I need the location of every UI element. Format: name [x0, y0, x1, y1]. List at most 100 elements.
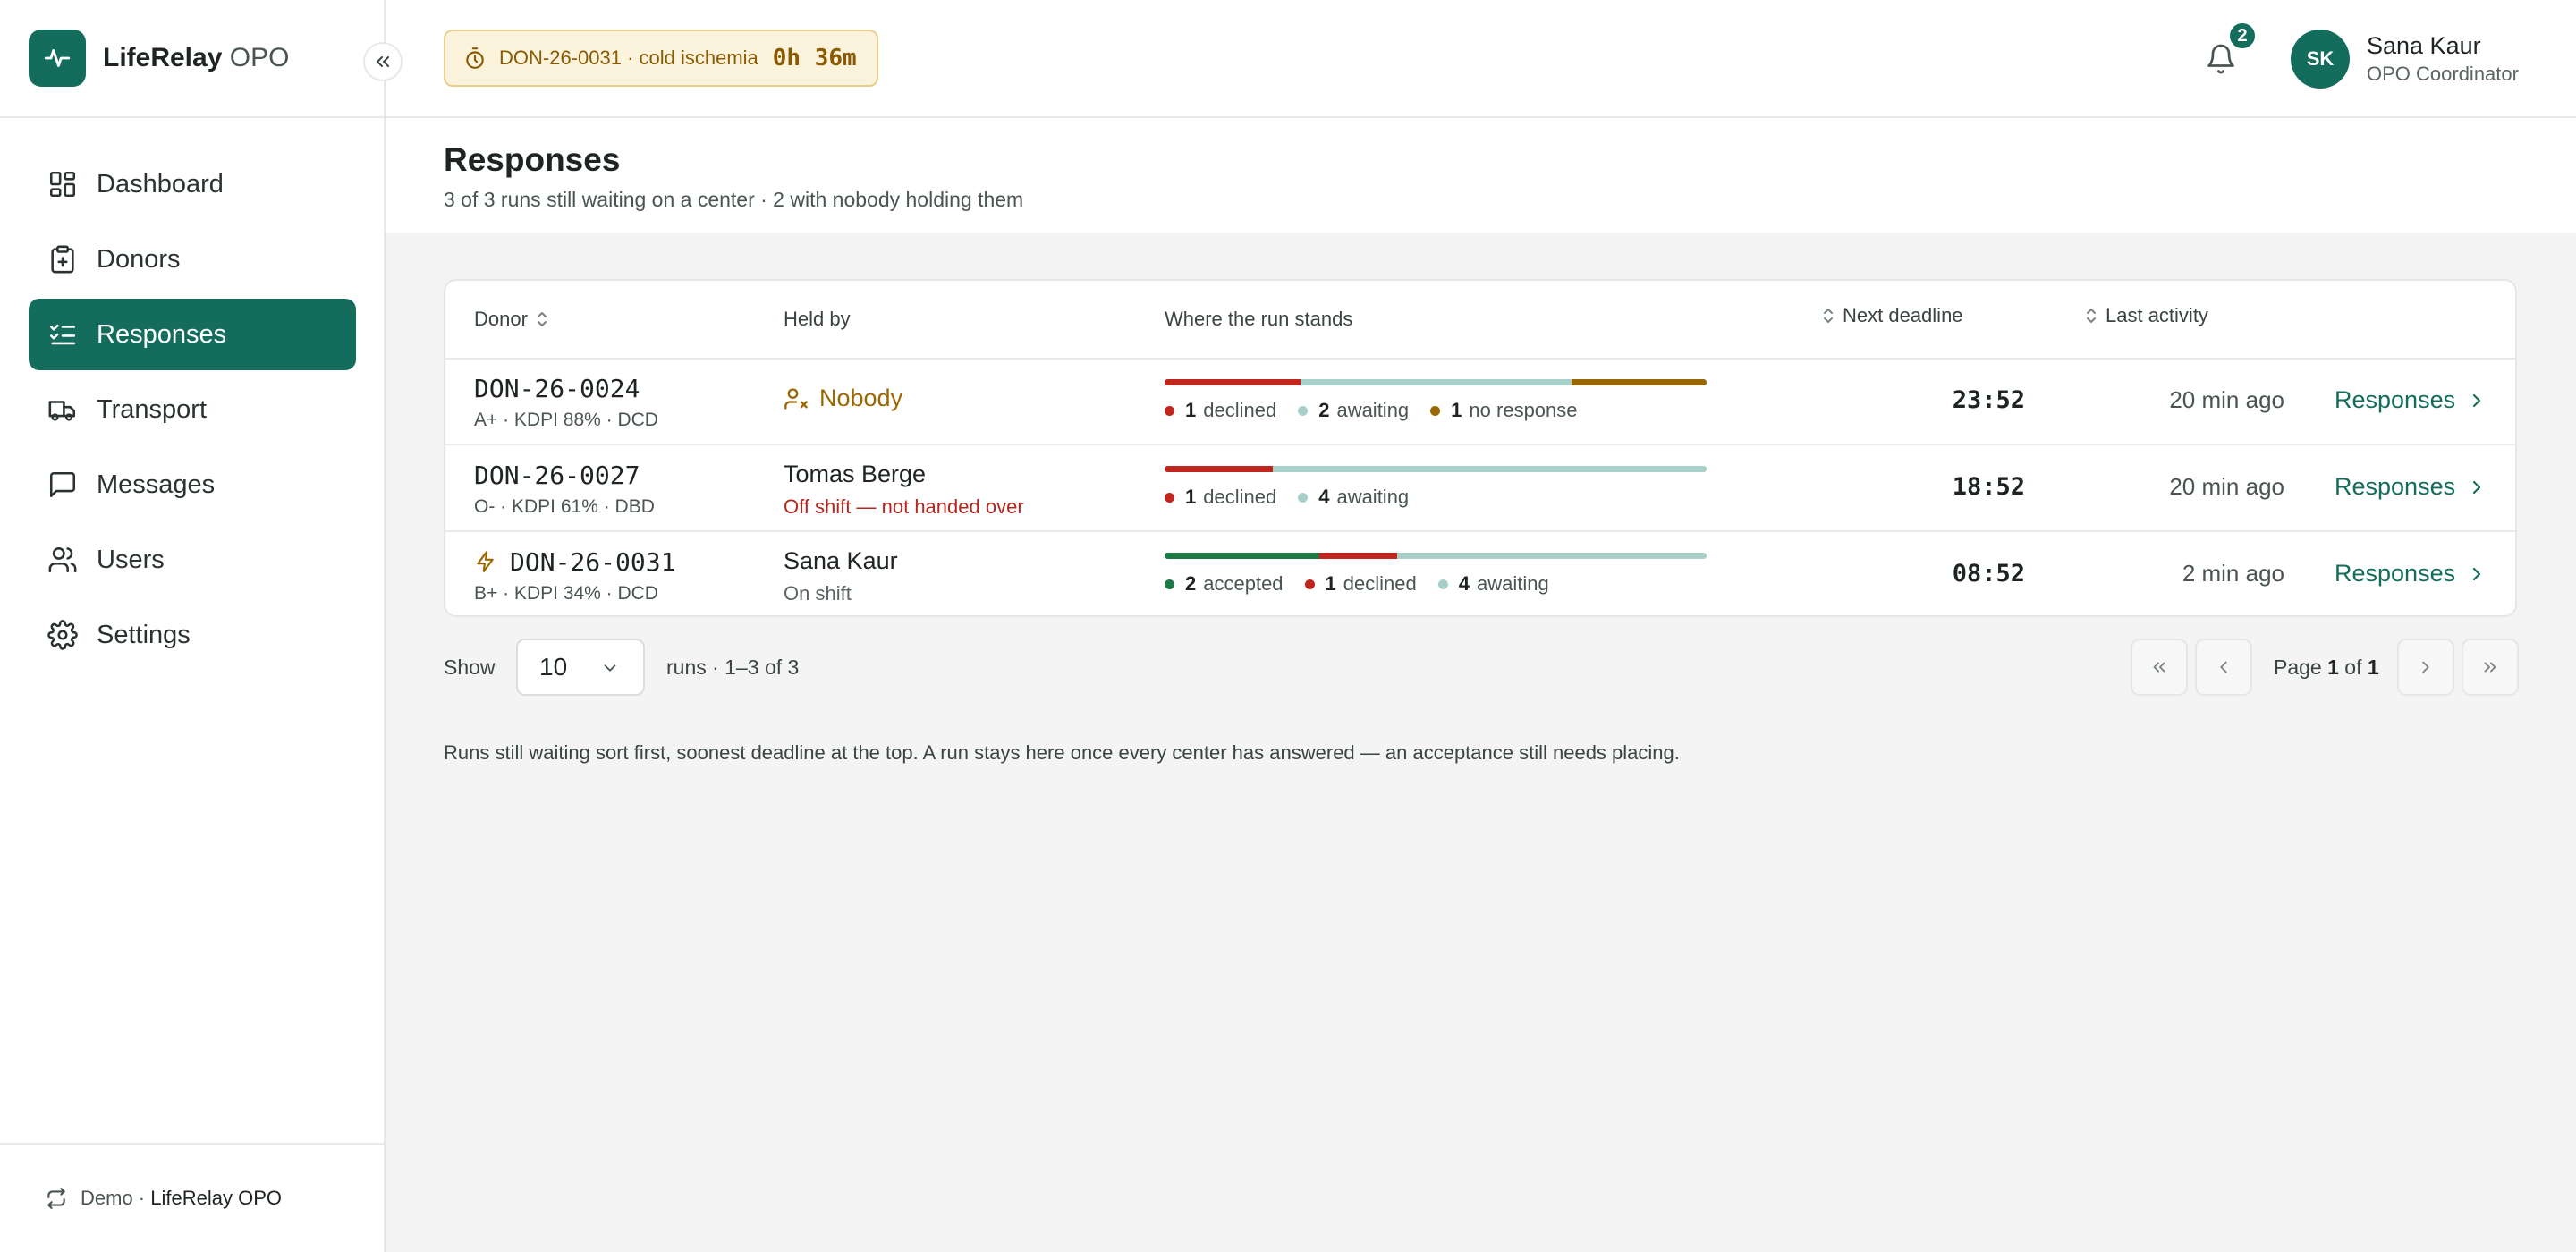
- table-row[interactable]: DON-26-0024 A+ · KDPI 88% · DCD Nobody 1 dec…: [445, 360, 2515, 445]
- sidebar-item-transport[interactable]: Transport: [29, 374, 356, 445]
- main-nav: Dashboard Donors Responses Transport Message…: [29, 148, 356, 674]
- responses-link[interactable]: Responses: [2334, 560, 2487, 588]
- show-label: Show: [444, 656, 496, 679]
- legend-item: 1 declined: [1304, 572, 1417, 596]
- run-legend: 1 declined 2 awaiting 1 no response: [1165, 399, 1599, 422]
- next-page-button[interactable]: [2397, 639, 2454, 696]
- legend-item: 1 declined: [1165, 399, 1276, 422]
- sidebar-item-label: Donors: [97, 244, 181, 274]
- legend-dot: [1304, 579, 1315, 589]
- donor-meta: O- · KDPI 61% · DBD: [474, 496, 655, 517]
- legend-item: 2 accepted: [1165, 572, 1284, 596]
- sidebar-item-settings[interactable]: Settings: [29, 599, 356, 671]
- responses-link[interactable]: Responses: [2334, 386, 2487, 414]
- progress-segment-declined: [1319, 553, 1397, 559]
- legend-dot: [1165, 405, 1174, 416]
- progress-segment-awaiting: [1396, 553, 1707, 559]
- donor-id[interactable]: DON-26-0027: [474, 461, 640, 490]
- run-legend: 2 accepted 1 declined 4 awaiting: [1165, 572, 1571, 596]
- donor-meta: A+ · KDPI 88% · DCD: [474, 410, 658, 430]
- sidebar-item-donors[interactable]: Donors: [29, 224, 356, 295]
- run-legend: 1 declined 4 awaiting: [1165, 486, 1430, 509]
- page-indicator: Page 1 of 1: [2274, 656, 2379, 679]
- chevrons-left-icon: [2153, 662, 2165, 673]
- sidebar-item-dashboard[interactable]: Dashboard: [29, 148, 356, 220]
- sidebar-item-label: Settings: [97, 620, 191, 649]
- avatar[interactable]: SK: [2291, 30, 2350, 89]
- gear-icon: [47, 619, 79, 651]
- dashboard-icon: [47, 168, 79, 200]
- next-deadline: 18:52: [1952, 473, 2025, 501]
- previous-page-button[interactable]: [2195, 639, 2252, 696]
- sidebar-item-responses[interactable]: Responses: [29, 299, 356, 370]
- next-deadline: 08:52: [1952, 560, 2025, 588]
- last-page-button[interactable]: [2462, 639, 2519, 696]
- chevron-right-icon: [2422, 661, 2429, 673]
- users-icon: [47, 544, 79, 576]
- first-page-button[interactable]: [2131, 639, 2188, 696]
- legend-item: 1 declined: [1165, 486, 1276, 509]
- chevron-right-icon: [2466, 390, 2487, 411]
- runs-count: runs · 1–3 of 3: [666, 656, 800, 679]
- column-donor[interactable]: Donor: [474, 281, 556, 358]
- responses-table: Donor Held by Where the run stands Next …: [444, 279, 2517, 617]
- donor-id[interactable]: DON-26-0024: [474, 374, 640, 403]
- donor-id[interactable]: DON-26-0031: [510, 547, 675, 577]
- sidebar-item-label: Dashboard: [97, 169, 224, 199]
- user-role: OPO Coordinator: [2367, 63, 2519, 85]
- progress-segment-no-response: [1571, 379, 1707, 385]
- sort-icon: [1821, 307, 1835, 325]
- held-by-status: On shift: [784, 582, 852, 605]
- pulse-logo-icon: [29, 30, 86, 87]
- run-progress-bar: [1165, 379, 1707, 385]
- held-by-name: Sana Kaur: [784, 547, 898, 574]
- chevrons-left-icon: [377, 56, 389, 67]
- legend-dot: [1298, 405, 1309, 416]
- legend-item: 1 no response: [1430, 399, 1578, 422]
- column-held-by: Held by: [784, 308, 851, 330]
- user-x-icon: [784, 386, 809, 411]
- footer-prefix: Demo ·: [80, 1187, 146, 1209]
- ischemia-label: DON-26-0031 · cold ischemia: [499, 47, 758, 69]
- column-last-activity[interactable]: Last activity: [2077, 281, 2208, 354]
- stopwatch-icon: [463, 47, 487, 70]
- responses-link[interactable]: Responses: [2334, 473, 2487, 501]
- chevron-right-icon: [2466, 563, 2487, 585]
- lightning-icon: [474, 549, 497, 579]
- legend-dot: [1298, 492, 1309, 503]
- last-activity: 20 min ago: [2169, 473, 2284, 500]
- truck-icon: [47, 393, 79, 426]
- sort-icon: [535, 310, 549, 328]
- next-deadline: 23:52: [1952, 386, 2025, 414]
- sidebar: LifeRelay OPO Dashboard Donors Responses Tr…: [0, 0, 386, 1252]
- refresh-icon: [45, 1187, 68, 1210]
- legend-dot: [1430, 405, 1441, 416]
- page-size-select[interactable]: 10: [516, 639, 645, 696]
- notification-count-badge: 2: [2227, 21, 2258, 51]
- page-title: Responses: [444, 141, 621, 178]
- sidebar-item-messages[interactable]: Messages: [29, 449, 356, 520]
- legend-dot: [1165, 579, 1174, 589]
- table-row[interactable]: DON-26-0027 O- · KDPI 61% · DBD Tomas Berg…: [445, 446, 2515, 532]
- brand: LifeRelay OPO: [0, 0, 384, 118]
- message-square-icon: [47, 469, 79, 501]
- sidebar-item-users[interactable]: Users: [29, 524, 356, 596]
- page-header: Responses 3 of 3 runs still waiting on a…: [386, 118, 2576, 233]
- brand-name: LifeRelay OPO: [103, 43, 290, 72]
- table-footnote: Runs still waiting sort first, soonest d…: [444, 741, 1680, 764]
- donor-meta: B+ · KDPI 34% · DCD: [474, 583, 658, 604]
- clipboard-plus-icon: [47, 243, 79, 275]
- page-size-value: 10: [539, 653, 568, 681]
- chevrons-right-icon: [2484, 662, 2496, 673]
- column-next-deadline[interactable]: Next deadline: [1814, 281, 1963, 354]
- legend-item: 4 awaiting: [1437, 572, 1549, 596]
- collapse-sidebar-button[interactable]: [363, 42, 402, 81]
- run-progress-bar: [1165, 553, 1707, 559]
- table-row[interactable]: DON-26-0031 B+ · KDPI 34% · DCD Sana Kaur O…: [445, 533, 2515, 615]
- ischemia-timer-chip[interactable]: DON-26-0031 · cold ischemia 0h 36m: [444, 30, 878, 87]
- sidebar-footer: Demo · LifeRelay OPO: [0, 1143, 384, 1252]
- footer-org: LifeRelay OPO: [150, 1187, 282, 1209]
- legend-dot: [1437, 579, 1448, 589]
- held-by-status: Off shift — not handed over: [784, 495, 1024, 518]
- progress-segment-declined: [1165, 379, 1301, 385]
